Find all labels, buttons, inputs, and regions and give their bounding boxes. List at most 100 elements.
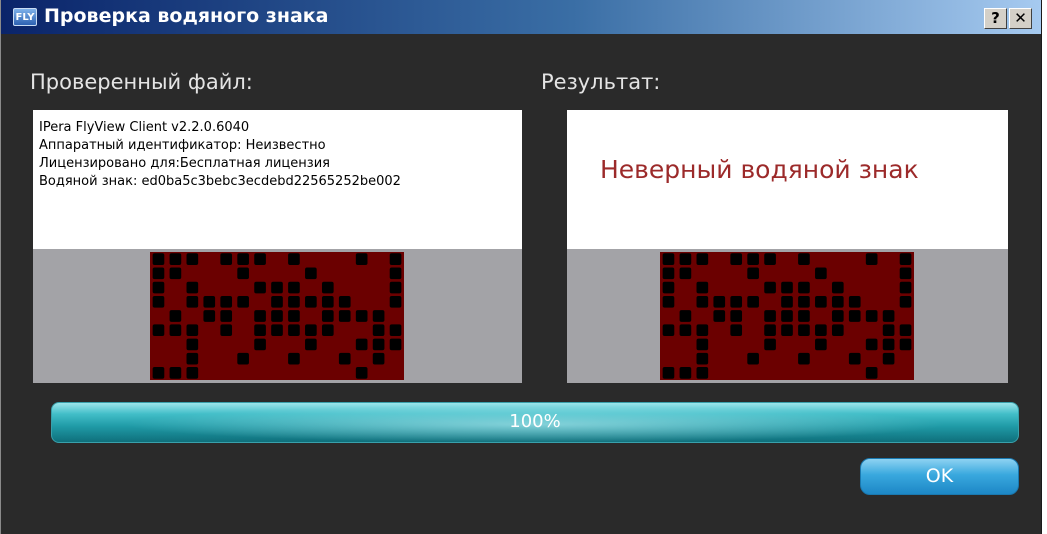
watermark-dot bbox=[389, 324, 402, 337]
watermark-dot bbox=[288, 352, 300, 365]
checked-file-label: Проверенный файл: bbox=[30, 70, 253, 94]
watermark-dot bbox=[338, 295, 351, 308]
progress-label: 100% bbox=[509, 411, 561, 432]
watermark-dot bbox=[747, 267, 759, 280]
watermark-dot bbox=[355, 253, 368, 265]
watermark-dot bbox=[747, 295, 759, 308]
watermark-dot bbox=[220, 310, 233, 322]
watermark-dot bbox=[848, 295, 861, 308]
watermark-dot bbox=[865, 338, 878, 351]
watermark-dot bbox=[169, 267, 182, 280]
watermark-dot bbox=[831, 281, 844, 294]
watermark-dot bbox=[764, 324, 776, 337]
result-panel: Неверный водяной знак bbox=[567, 110, 1008, 383]
watermark-dot bbox=[186, 367, 199, 379]
watermark-dot bbox=[798, 310, 810, 322]
watermark-dot bbox=[355, 367, 368, 379]
watermark-dot bbox=[389, 281, 402, 294]
watermark-dot bbox=[899, 295, 912, 308]
watermark-dot bbox=[338, 352, 351, 365]
watermark-pattern-image bbox=[660, 252, 914, 380]
watermark-dot bbox=[152, 281, 165, 294]
watermark-dot bbox=[865, 253, 878, 265]
watermark-dot bbox=[321, 295, 334, 308]
watermark-dot bbox=[152, 295, 165, 308]
file-info-line: Аппаратный идентификатор: Неизвестно bbox=[39, 138, 326, 153]
watermark-dot bbox=[781, 324, 793, 337]
watermark-dot bbox=[662, 295, 675, 308]
watermark-dot bbox=[220, 253, 233, 265]
watermark-dot bbox=[662, 253, 675, 265]
watermark-dot bbox=[764, 253, 776, 265]
watermark-dot bbox=[254, 253, 266, 265]
watermark-dot bbox=[899, 281, 912, 294]
watermark-dot bbox=[220, 295, 233, 308]
result-label: Результат: bbox=[541, 70, 661, 94]
watermark-dot bbox=[186, 281, 199, 294]
watermark-dot bbox=[798, 295, 810, 308]
watermark-dot bbox=[696, 367, 709, 379]
watermark-dot bbox=[662, 281, 675, 294]
watermark-dot bbox=[237, 253, 249, 265]
watermark-dot bbox=[831, 310, 844, 322]
watermark-dot bbox=[815, 338, 827, 351]
watermark-dot bbox=[254, 310, 266, 322]
watermark-dot bbox=[338, 310, 351, 322]
watermark-dot bbox=[679, 267, 692, 280]
watermark-dot bbox=[798, 253, 810, 265]
watermark-dot bbox=[186, 338, 199, 351]
close-button[interactable]: ✕ bbox=[1009, 8, 1032, 29]
watermark-dot bbox=[798, 324, 810, 337]
file-info-area: IPera FlyView Client v2.2.0.6040 Аппарат… bbox=[33, 110, 522, 249]
result-text-area: Неверный водяной знак bbox=[567, 110, 1008, 249]
watermark-dot bbox=[662, 324, 675, 337]
checked-file-panel: IPera FlyView Client v2.2.0.6040 Аппарат… bbox=[33, 110, 522, 383]
app-icon: FLY bbox=[13, 8, 37, 26]
watermark-dot bbox=[321, 281, 334, 294]
watermark-dot bbox=[781, 281, 793, 294]
watermark-dot bbox=[679, 367, 692, 379]
watermark-dot bbox=[747, 253, 759, 265]
watermark-dot bbox=[882, 338, 895, 351]
watermark-dot bbox=[389, 253, 402, 265]
watermark-dot bbox=[271, 281, 283, 294]
watermark-dot bbox=[662, 267, 675, 280]
watermark-dot bbox=[679, 324, 692, 337]
watermark-pattern-image bbox=[150, 252, 404, 380]
watermark-dot bbox=[355, 338, 368, 351]
watermark-dot bbox=[389, 267, 402, 280]
watermark-dot bbox=[305, 295, 317, 308]
watermark-dot bbox=[882, 310, 895, 322]
watermark-dot bbox=[696, 295, 709, 308]
ok-button[interactable]: OK bbox=[860, 458, 1019, 495]
watermark-dot bbox=[152, 324, 165, 337]
watermark-dot bbox=[321, 324, 334, 337]
watermark-dot bbox=[389, 295, 402, 308]
watermark-dot bbox=[815, 295, 827, 308]
watermark-dot bbox=[186, 352, 199, 365]
watermark-dot bbox=[730, 253, 743, 265]
watermark-dot bbox=[848, 310, 861, 322]
watermark-dot bbox=[713, 310, 726, 322]
title-bar[interactable]: FLY Проверка водяного знака ? ✕ bbox=[1, 0, 1041, 34]
watermark-dot bbox=[203, 310, 216, 322]
watermark-dot bbox=[781, 295, 793, 308]
watermark-dot bbox=[288, 310, 300, 322]
watermark-dot bbox=[865, 367, 878, 379]
watermark-dot bbox=[169, 310, 182, 322]
watermark-dot bbox=[152, 367, 165, 379]
watermark-dot bbox=[713, 295, 726, 308]
watermark-dot bbox=[372, 310, 385, 322]
progress-bar: 100% bbox=[51, 402, 1019, 443]
watermark-dot bbox=[271, 295, 283, 308]
watermark-dot bbox=[831, 295, 844, 308]
watermark-dot bbox=[271, 310, 283, 322]
watermark-dot bbox=[730, 295, 743, 308]
watermark-dot bbox=[372, 352, 385, 365]
watermark-dot bbox=[305, 267, 317, 280]
window-title: Проверка водяного знака bbox=[44, 5, 329, 27]
help-button[interactable]: ? bbox=[984, 8, 1007, 29]
watermark-dot bbox=[389, 338, 402, 351]
watermark-dot bbox=[899, 267, 912, 280]
file-info-lines: IPera FlyView Client v2.2.0.6040 Аппарат… bbox=[39, 119, 401, 191]
